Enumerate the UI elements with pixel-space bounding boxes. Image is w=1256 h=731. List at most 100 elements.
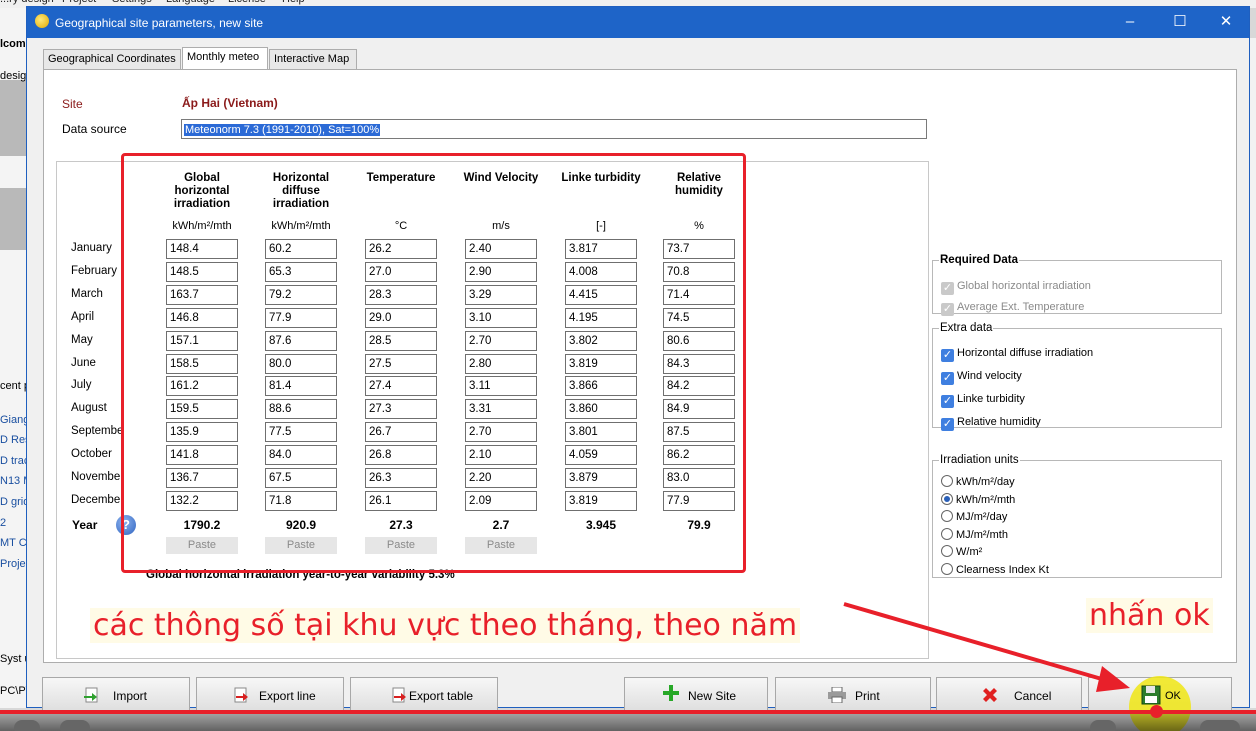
pvsyst-sun-icon [35, 14, 49, 28]
extra-data-title: Extra data [940, 322, 993, 334]
month-label: January [71, 242, 112, 254]
export-table-label: Export table [409, 689, 474, 703]
extra-wind-label: Wind velocity [957, 370, 1022, 382]
video-control[interactable] [1090, 720, 1116, 731]
checkmark-icon: ✓ [941, 303, 954, 316]
radio-icon [941, 510, 953, 523]
irradiation-unit-option[interactable]: MJ/m²/mth [941, 527, 1008, 541]
month-label: June [71, 356, 96, 369]
dialog-titlebar: Geographical site parameters, new site –… [27, 7, 1249, 38]
required-data-group: Required Data ✓ Global horizontal irradia… [932, 254, 1222, 316]
background-text: Proje [0, 558, 26, 570]
site-name: Ấp Hai (Vietnam) [182, 96, 278, 110]
background-menu-item: Language [166, 0, 215, 5]
month-label: November [71, 471, 125, 483]
new-site-button[interactable]: New Site [624, 677, 768, 713]
site-label: Site [62, 97, 83, 111]
irradiation-units-title: Irradiation units [940, 454, 1019, 466]
annotation-note: các thông số tại khu vực theo tháng, the… [90, 608, 801, 643]
new-site-label: New Site [688, 689, 737, 703]
irradiation-unit-option[interactable]: Clearness Index Kt [941, 563, 1049, 576]
irradiation-unit-label: MJ/m²/mth [956, 528, 1008, 541]
irradiation-unit-label: kWh/m²/day [956, 476, 1015, 488]
data-source-field[interactable]: Meteonorm 7.3 (1991-2010), Sat=100% [181, 119, 927, 139]
irradiation-unit-label: W/m² [956, 546, 983, 559]
background-text: Giang [0, 414, 30, 426]
background-text: 2 [0, 517, 7, 529]
extra-wind-checkbox[interactable]: ✓ Wind velocity [941, 370, 1022, 385]
required-ghi-checkbox: ✓ Global horizontal irradiation [941, 280, 1091, 295]
background-menu-item: ...ry design [0, 0, 54, 5]
export-arrow-icon [233, 687, 249, 703]
extra-linke-checkbox[interactable]: ✓ Linke turbidity [941, 393, 1025, 408]
required-temp-checkbox: ✓ Average Ext. Temperature [941, 301, 1084, 316]
save-disk-icon [1141, 685, 1161, 705]
checkmark-icon: ✓ [941, 418, 954, 431]
video-progress-handle[interactable] [1150, 705, 1163, 718]
month-label: February [71, 264, 118, 277]
irradiation-unit-label: MJ/m²/day [956, 511, 1008, 524]
data-source-value: Meteonorm 7.3 (1991-2010), Sat=100% [184, 124, 381, 136]
export-arrow-icon [391, 687, 407, 703]
video-control[interactable] [14, 720, 40, 731]
month-label: October [71, 448, 112, 461]
irradiation-unit-label: Clearness Index Kt [956, 564, 1049, 576]
background-text: D trac [0, 455, 30, 467]
background-menu-item: License [228, 0, 266, 5]
video-control[interactable] [60, 720, 90, 731]
extra-data-group: Extra data ✓ Horizontal diffuse irradiati… [932, 322, 1222, 431]
month-label: Septembe [71, 425, 124, 438]
video-player-controls [0, 714, 1256, 731]
radio-icon [941, 475, 953, 487]
extra-humidity-checkbox[interactable]: ✓ Relative humidity [941, 416, 1041, 431]
minimize-button[interactable]: – [1115, 11, 1145, 33]
annotation-arrow-icon [843, 602, 1130, 692]
radio-icon [941, 545, 953, 558]
month-label: April [71, 310, 95, 323]
irradiation-unit-option[interactable]: MJ/m²/day [941, 510, 1007, 523]
background-text: lcom [0, 38, 26, 50]
extra-diffuse-label: Horizontal diffuse irradiation [957, 347, 1094, 359]
export-table-button[interactable]: Export table [350, 677, 498, 713]
background-menu-item: Project [62, 0, 96, 5]
month-label: August [71, 402, 107, 415]
extra-diffuse-checkbox[interactable]: ✓ Horizontal diffuse irradiation [941, 347, 1093, 362]
radio-icon [941, 492, 953, 505]
required-temp-label: Average Ext. Temperature [957, 301, 1085, 313]
checkmark-icon: ✓ [941, 395, 954, 408]
annotation-red-rectangle [121, 153, 746, 573]
irradiation-unit-option[interactable]: kWh/m²/mth [941, 492, 1016, 506]
tab-interactive-map[interactable]: Interactive Map [269, 49, 357, 69]
close-window-button[interactable]: ✕ [1211, 11, 1241, 33]
export-line-label: Export line [259, 689, 316, 703]
required-ghi-label: Global horizontal irradiation [957, 280, 1091, 292]
video-progress-bar[interactable] [0, 710, 1256, 714]
maximize-button[interactable]: ☐ [1165, 11, 1195, 33]
tab-geographical-coordinates[interactable]: Geographical Coordinates [43, 49, 181, 69]
import-button[interactable]: Import [42, 677, 190, 713]
year-label: Year [72, 518, 98, 532]
extra-humidity-label: Relative humidity [957, 416, 1041, 428]
export-line-button[interactable]: Export line [196, 677, 344, 713]
video-control[interactable] [1200, 720, 1240, 731]
extra-linke-label: Linke turbidity [957, 393, 1025, 405]
background-menu-item: Help [282, 0, 305, 5]
plus-icon [663, 685, 679, 701]
dialog-title: Geographical site parameters, new site [55, 16, 264, 30]
checkmark-icon: ✓ [941, 372, 954, 385]
background-text: D grid [0, 496, 30, 508]
data-source-label: Data source [62, 122, 127, 136]
import-label: Import [113, 689, 148, 703]
irradiation-unit-option[interactable]: kWh/m²/day [941, 475, 1015, 488]
required-data-title: Required Data [940, 254, 1018, 266]
irradiation-unit-label: kWh/m²/mth [956, 493, 1016, 506]
irradiation-units-group: Irradiation units kWh/m²/day kWh/m²/mth MJ… [932, 454, 1222, 578]
month-label: July [71, 379, 92, 392]
background-menu-item: Settings [112, 0, 152, 5]
irradiation-unit-option[interactable]: W/m² [941, 545, 982, 558]
ok-label: OK [1165, 690, 1181, 702]
radio-icon [941, 563, 953, 575]
checkmark-icon: ✓ [941, 349, 954, 362]
radio-icon [941, 527, 953, 540]
tab-monthly-meteo[interactable]: Monthly meteo [182, 47, 268, 70]
